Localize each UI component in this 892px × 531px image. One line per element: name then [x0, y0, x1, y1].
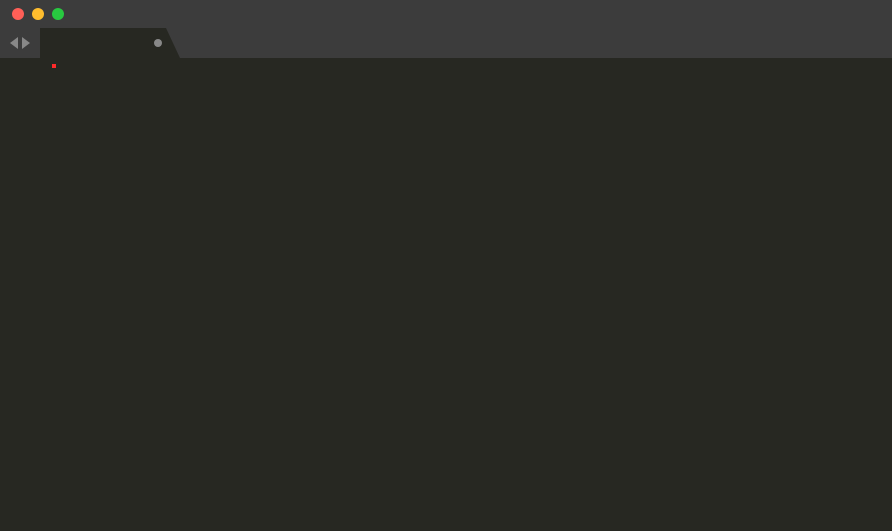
- maximize-icon[interactable]: [52, 8, 64, 20]
- line-number-gutter: [0, 58, 46, 531]
- editor[interactable]: [0, 58, 892, 531]
- tab-untitled[interactable]: [40, 28, 180, 58]
- highlight-box: [52, 64, 56, 68]
- close-icon[interactable]: [12, 8, 24, 20]
- nav-forward-icon[interactable]: [22, 37, 30, 49]
- tabbar: [0, 28, 892, 58]
- code-area[interactable]: [46, 58, 892, 531]
- nav-arrows: [0, 28, 40, 58]
- nav-back-icon[interactable]: [10, 37, 18, 49]
- minimize-icon[interactable]: [32, 8, 44, 20]
- traffic-lights: [0, 8, 64, 20]
- dirty-indicator-icon: [154, 39, 162, 47]
- titlebar: [0, 0, 892, 28]
